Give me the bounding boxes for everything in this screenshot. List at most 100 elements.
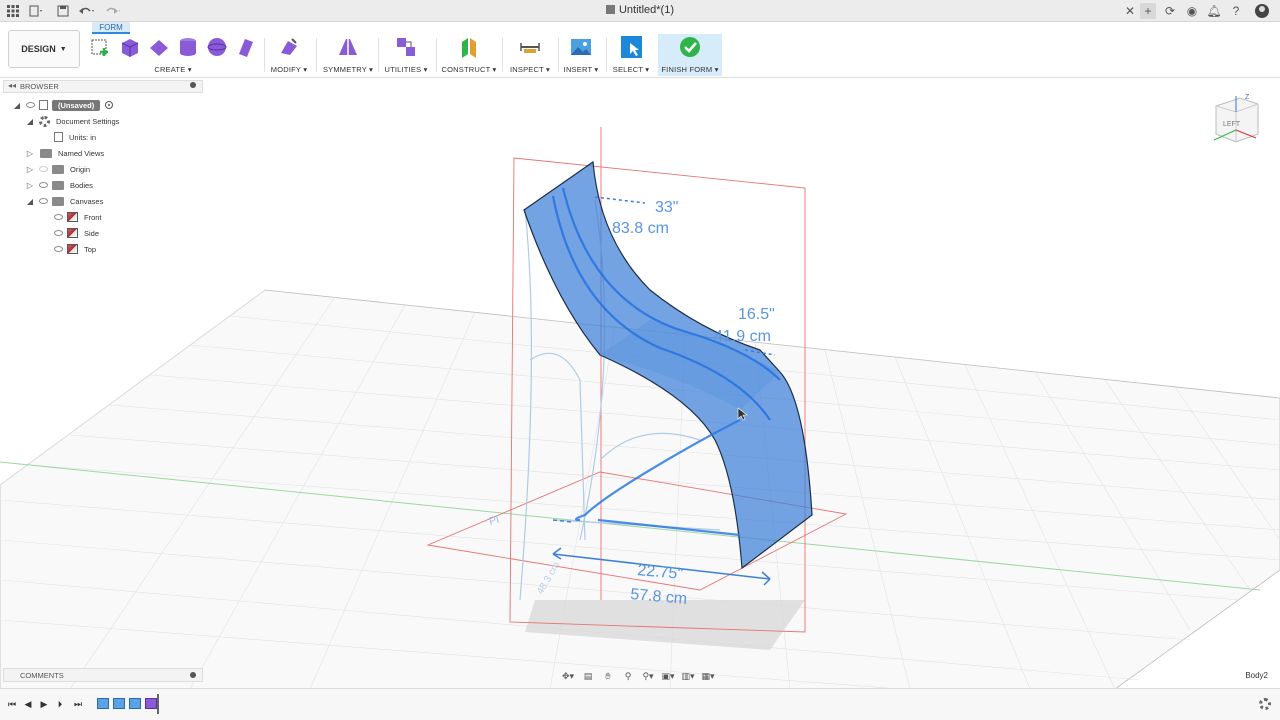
go-to-start-icon[interactable]: ⏮ — [6, 698, 18, 710]
dimension-height-in: 33" — [655, 199, 678, 216]
timeline-canvas-feature[interactable] — [129, 698, 141, 709]
finish-check-icon[interactable] — [679, 36, 701, 58]
toolbar-divider — [436, 38, 437, 72]
step-back-icon[interactable]: ◀ — [22, 698, 34, 710]
browser-options-icon[interactable] — [190, 82, 196, 88]
workspace-switcher[interactable]: DESIGN ▼ — [8, 30, 80, 68]
mirror-icon[interactable] — [337, 36, 359, 58]
insert-image-icon[interactable] — [570, 36, 592, 58]
activate-radio-icon[interactable] — [105, 101, 114, 109]
notifications-icon[interactable]: 🔔︎ — [1206, 3, 1222, 19]
component-icon — [39, 100, 48, 110]
close-tab-icon[interactable]: ✕ — [1122, 3, 1138, 19]
expand-triangle-icon[interactable]: ▷ — [25, 149, 35, 158]
timeline-canvas-feature[interactable] — [97, 698, 109, 709]
canvas-image-icon — [67, 212, 78, 222]
folder-icon — [52, 196, 64, 206]
tree-item-document-settings[interactable]: ◢ Document Settings — [25, 114, 119, 128]
visibility-eye-icon[interactable] — [39, 198, 48, 204]
collapse-browser-icon[interactable]: ◂◂ — [8, 81, 16, 90]
plane-icon[interactable] — [148, 36, 170, 58]
visibility-eye-icon[interactable] — [39, 166, 48, 172]
fit-zoom-icon[interactable]: ⚲▾ — [640, 670, 656, 682]
toolbar-divider — [264, 38, 265, 72]
visibility-eye-icon[interactable] — [54, 230, 63, 236]
tree-item-label: Named Views — [58, 148, 105, 158]
insert-group[interactable]: INSERT ▾ — [560, 34, 602, 76]
units-document-icon — [54, 132, 63, 142]
dimension-seat-in: 16.5" — [738, 306, 775, 323]
tab-form[interactable]: FORM — [92, 22, 130, 34]
document-tab[interactable]: Untitled*(1) — [0, 4, 1280, 16]
sphere-icon[interactable] — [206, 36, 228, 58]
toolbar-divider — [316, 38, 317, 72]
inspect-group[interactable]: INSPECT ▾ — [504, 34, 556, 76]
display-settings-icon[interactable]: ▣▾ — [660, 670, 676, 682]
look-at-icon[interactable]: ▤ — [580, 670, 596, 682]
comments-panel-header[interactable]: COMMENTS — [3, 668, 203, 682]
timeline-canvas-feature[interactable] — [113, 698, 125, 709]
comments-title: COMMENTS — [20, 671, 64, 680]
toolbar-divider — [606, 38, 607, 72]
dimension-seat-cm: 41.9 cm — [714, 328, 771, 345]
extensions-icon[interactable]: ⟳ — [1162, 3, 1178, 19]
select-icon[interactable] — [620, 36, 642, 58]
go-to-end-icon[interactable]: ⏭ — [72, 698, 84, 710]
edit-form-icon[interactable] — [278, 36, 300, 58]
symmetry-group[interactable]: SYMMETRY ▾ — [318, 34, 378, 76]
utilities-group[interactable]: UTILITIES ▾ — [380, 34, 432, 76]
visibility-eye-icon[interactable] — [39, 182, 48, 188]
tree-item-canvas-front[interactable]: Front — [50, 210, 102, 224]
tree-item-canvas-side[interactable]: Side — [50, 226, 99, 240]
tree-item-canvas-top[interactable]: Top — [50, 242, 96, 256]
step-forward-icon[interactable]: ⏵ — [54, 698, 66, 710]
finish-form-group[interactable]: FINISH FORM ▾ — [658, 34, 722, 76]
expand-triangle-icon[interactable]: ▷ — [25, 165, 35, 174]
3d-viewport[interactable]: 33" 83.8 cm 16.5" 41.9 cm 22.75" 57.8 cm… — [0, 79, 1280, 690]
play-icon[interactable]: ▶ — [38, 698, 50, 710]
collapse-triangle-icon[interactable]: ◢ — [12, 101, 22, 110]
pan-icon[interactable]: ✋︎ — [600, 670, 616, 682]
create-group[interactable]: CREATE ▾ — [88, 34, 258, 76]
visibility-eye-icon[interactable] — [54, 246, 63, 252]
construct-plane-icon[interactable] — [458, 36, 480, 58]
measure-icon[interactable] — [519, 36, 541, 58]
cylinder-icon[interactable] — [177, 36, 199, 58]
settings-gear-icon[interactable] — [1259, 698, 1271, 710]
timeline-marker[interactable] — [157, 694, 159, 714]
view-cube[interactable]: Z LEFT — [1210, 90, 1262, 146]
browser-panel-header[interactable]: ◂◂ BROWSER — [3, 80, 203, 93]
comments-options-icon[interactable] — [190, 672, 196, 678]
user-avatar[interactable] — [1254, 3, 1270, 19]
box-icon[interactable] — [119, 36, 141, 58]
expand-triangle-icon[interactable]: ▷ — [25, 181, 35, 190]
grid-settings-icon[interactable]: ▥▾ — [680, 670, 696, 682]
job-status-icon[interactable]: ◉ — [1184, 3, 1200, 19]
construct-label: CONSTRUCT ▾ — [441, 65, 497, 74]
folder-icon — [40, 148, 52, 158]
construct-group[interactable]: CONSTRUCT ▾ — [438, 34, 500, 76]
orbit-icon[interactable]: ✥▾ — [560, 670, 576, 682]
help-icon[interactable]: ? — [1228, 3, 1244, 19]
tree-item-bodies[interactable]: ▷ Bodies — [25, 178, 93, 192]
utilities-icon[interactable] — [395, 36, 417, 58]
modify-group[interactable]: MODIFY ▾ — [266, 34, 312, 76]
visibility-eye-icon[interactable] — [26, 102, 35, 108]
tree-root[interactable]: ◢ (Unsaved) — [12, 98, 114, 112]
tree-item-origin[interactable]: ▷ Origin — [25, 162, 90, 176]
quadball-icon[interactable] — [235, 36, 257, 58]
timeline-form-feature[interactable] — [145, 698, 157, 709]
viewports-icon[interactable]: ▦▾ — [700, 670, 716, 682]
tree-item-named-views[interactable]: ▷ Named Views — [25, 146, 104, 160]
new-tab-icon[interactable]: + — [1140, 3, 1156, 19]
collapse-triangle-icon[interactable]: ◢ — [25, 117, 35, 126]
select-group[interactable]: SELECT ▾ — [608, 34, 654, 76]
document-title: Untitled*(1) — [618, 4, 675, 16]
zoom-icon[interactable]: ⚲ — [620, 670, 636, 682]
tree-item-units[interactable]: Units: in — [54, 130, 96, 144]
tree-item-label: Canvases — [70, 196, 104, 206]
tree-item-canvases[interactable]: ◢ Canvases — [25, 194, 103, 208]
visibility-eye-icon[interactable] — [54, 214, 63, 220]
collapse-triangle-icon[interactable]: ◢ — [25, 197, 35, 206]
create-sketch-icon[interactable] — [90, 36, 112, 58]
